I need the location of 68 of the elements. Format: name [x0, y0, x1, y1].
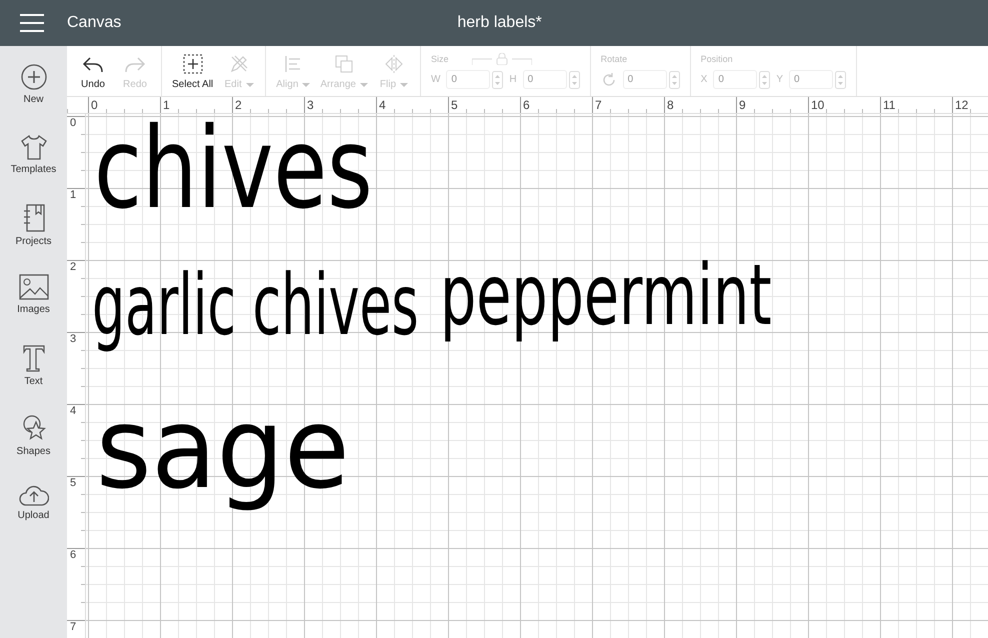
field-label: W [430, 74, 440, 85]
fieldset-title: Size [430, 54, 448, 64]
letter-t-icon [22, 344, 46, 372]
ruler-label: 2 [234, 98, 242, 112]
notebook-icon [22, 204, 46, 232]
picture-icon [18, 274, 48, 300]
document-title: herb labels* [456, 14, 543, 32]
ruler-label: 1 [162, 98, 170, 112]
caret-icon [246, 82, 254, 86]
ruler-label: 5 [70, 477, 76, 489]
flip-icon [384, 54, 404, 74]
ruler-label: 9 [738, 98, 746, 112]
sidebar-item[interactable]: Shapes [0, 414, 67, 472]
ruler-label: 1 [70, 189, 76, 201]
toolbar-button[interactable]: Select All [168, 46, 218, 96]
ruler-label: 6 [70, 549, 76, 561]
sidebar-item[interactable]: Images [0, 274, 67, 332]
caret-icon [400, 82, 408, 86]
cloud-upload-icon [18, 484, 48, 506]
caret-icon [302, 82, 310, 86]
ruler-label: 0 [70, 117, 76, 129]
stepper-icon[interactable] [835, 70, 846, 88]
ruler-label: 4 [378, 98, 386, 112]
stepper-icon[interactable] [492, 70, 504, 88]
shapes-icon [20, 414, 46, 442]
ruler-label: 5 [450, 98, 458, 112]
select-all-icon [182, 54, 203, 74]
ruler-label: 12 [954, 98, 968, 112]
rotate-icon[interactable] [600, 72, 617, 88]
canvas-text[interactable]: garlic chives [92, 251, 419, 360]
ruler-label: 3 [306, 98, 314, 112]
sidebar-item[interactable]: Templates [0, 134, 67, 192]
ruler-label: 4 [70, 405, 76, 417]
ruler-label: 8 [666, 98, 674, 112]
undo-arrow-icon [82, 56, 104, 74]
lock-icon[interactable] [472, 53, 532, 65]
canvas-text[interactable]: chives [94, 114, 373, 243]
stepper-icon[interactable] [568, 70, 580, 88]
redo-arrow-icon [124, 56, 146, 74]
field-label: Y [776, 74, 783, 85]
plus-circle-icon [20, 64, 46, 90]
toolbar-button[interactable]: Undo [73, 46, 113, 96]
app-title: Canvas [67, 14, 122, 32]
ruler-label: 6 [522, 98, 530, 112]
canvas-text[interactable]: sage [96, 377, 350, 523]
sidebar-item[interactable]: Projects [0, 204, 67, 262]
stepper-icon[interactable] [759, 70, 770, 88]
ruler-label: 10 [810, 98, 824, 112]
ruler-label: 2 [70, 261, 76, 273]
canvas-text[interactable]: peppermint [440, 241, 772, 350]
caret-icon [360, 82, 368, 86]
menu-icon[interactable] [20, 14, 44, 32]
arrange-icon [334, 54, 354, 74]
sidebar-item[interactable]: Upload [0, 484, 67, 542]
stepper-icon[interactable] [668, 70, 680, 88]
tshirt-icon [20, 134, 48, 160]
sidebar-item[interactable]: Text [0, 344, 67, 402]
ruler-label: 7 [70, 621, 76, 633]
ruler-label: 0 [90, 98, 98, 112]
sidebar-item[interactable]: New [0, 64, 67, 122]
pencil-ruler-icon [229, 54, 250, 74]
ruler-label: 11 [882, 98, 896, 112]
fieldset-title: Position [700, 54, 733, 64]
field-label: H [509, 74, 517, 85]
field-label: X [700, 74, 708, 85]
ruler-label: 7 [594, 98, 602, 112]
ruler-label: 3 [70, 333, 76, 345]
fieldset-title: Rotate [600, 54, 628, 64]
